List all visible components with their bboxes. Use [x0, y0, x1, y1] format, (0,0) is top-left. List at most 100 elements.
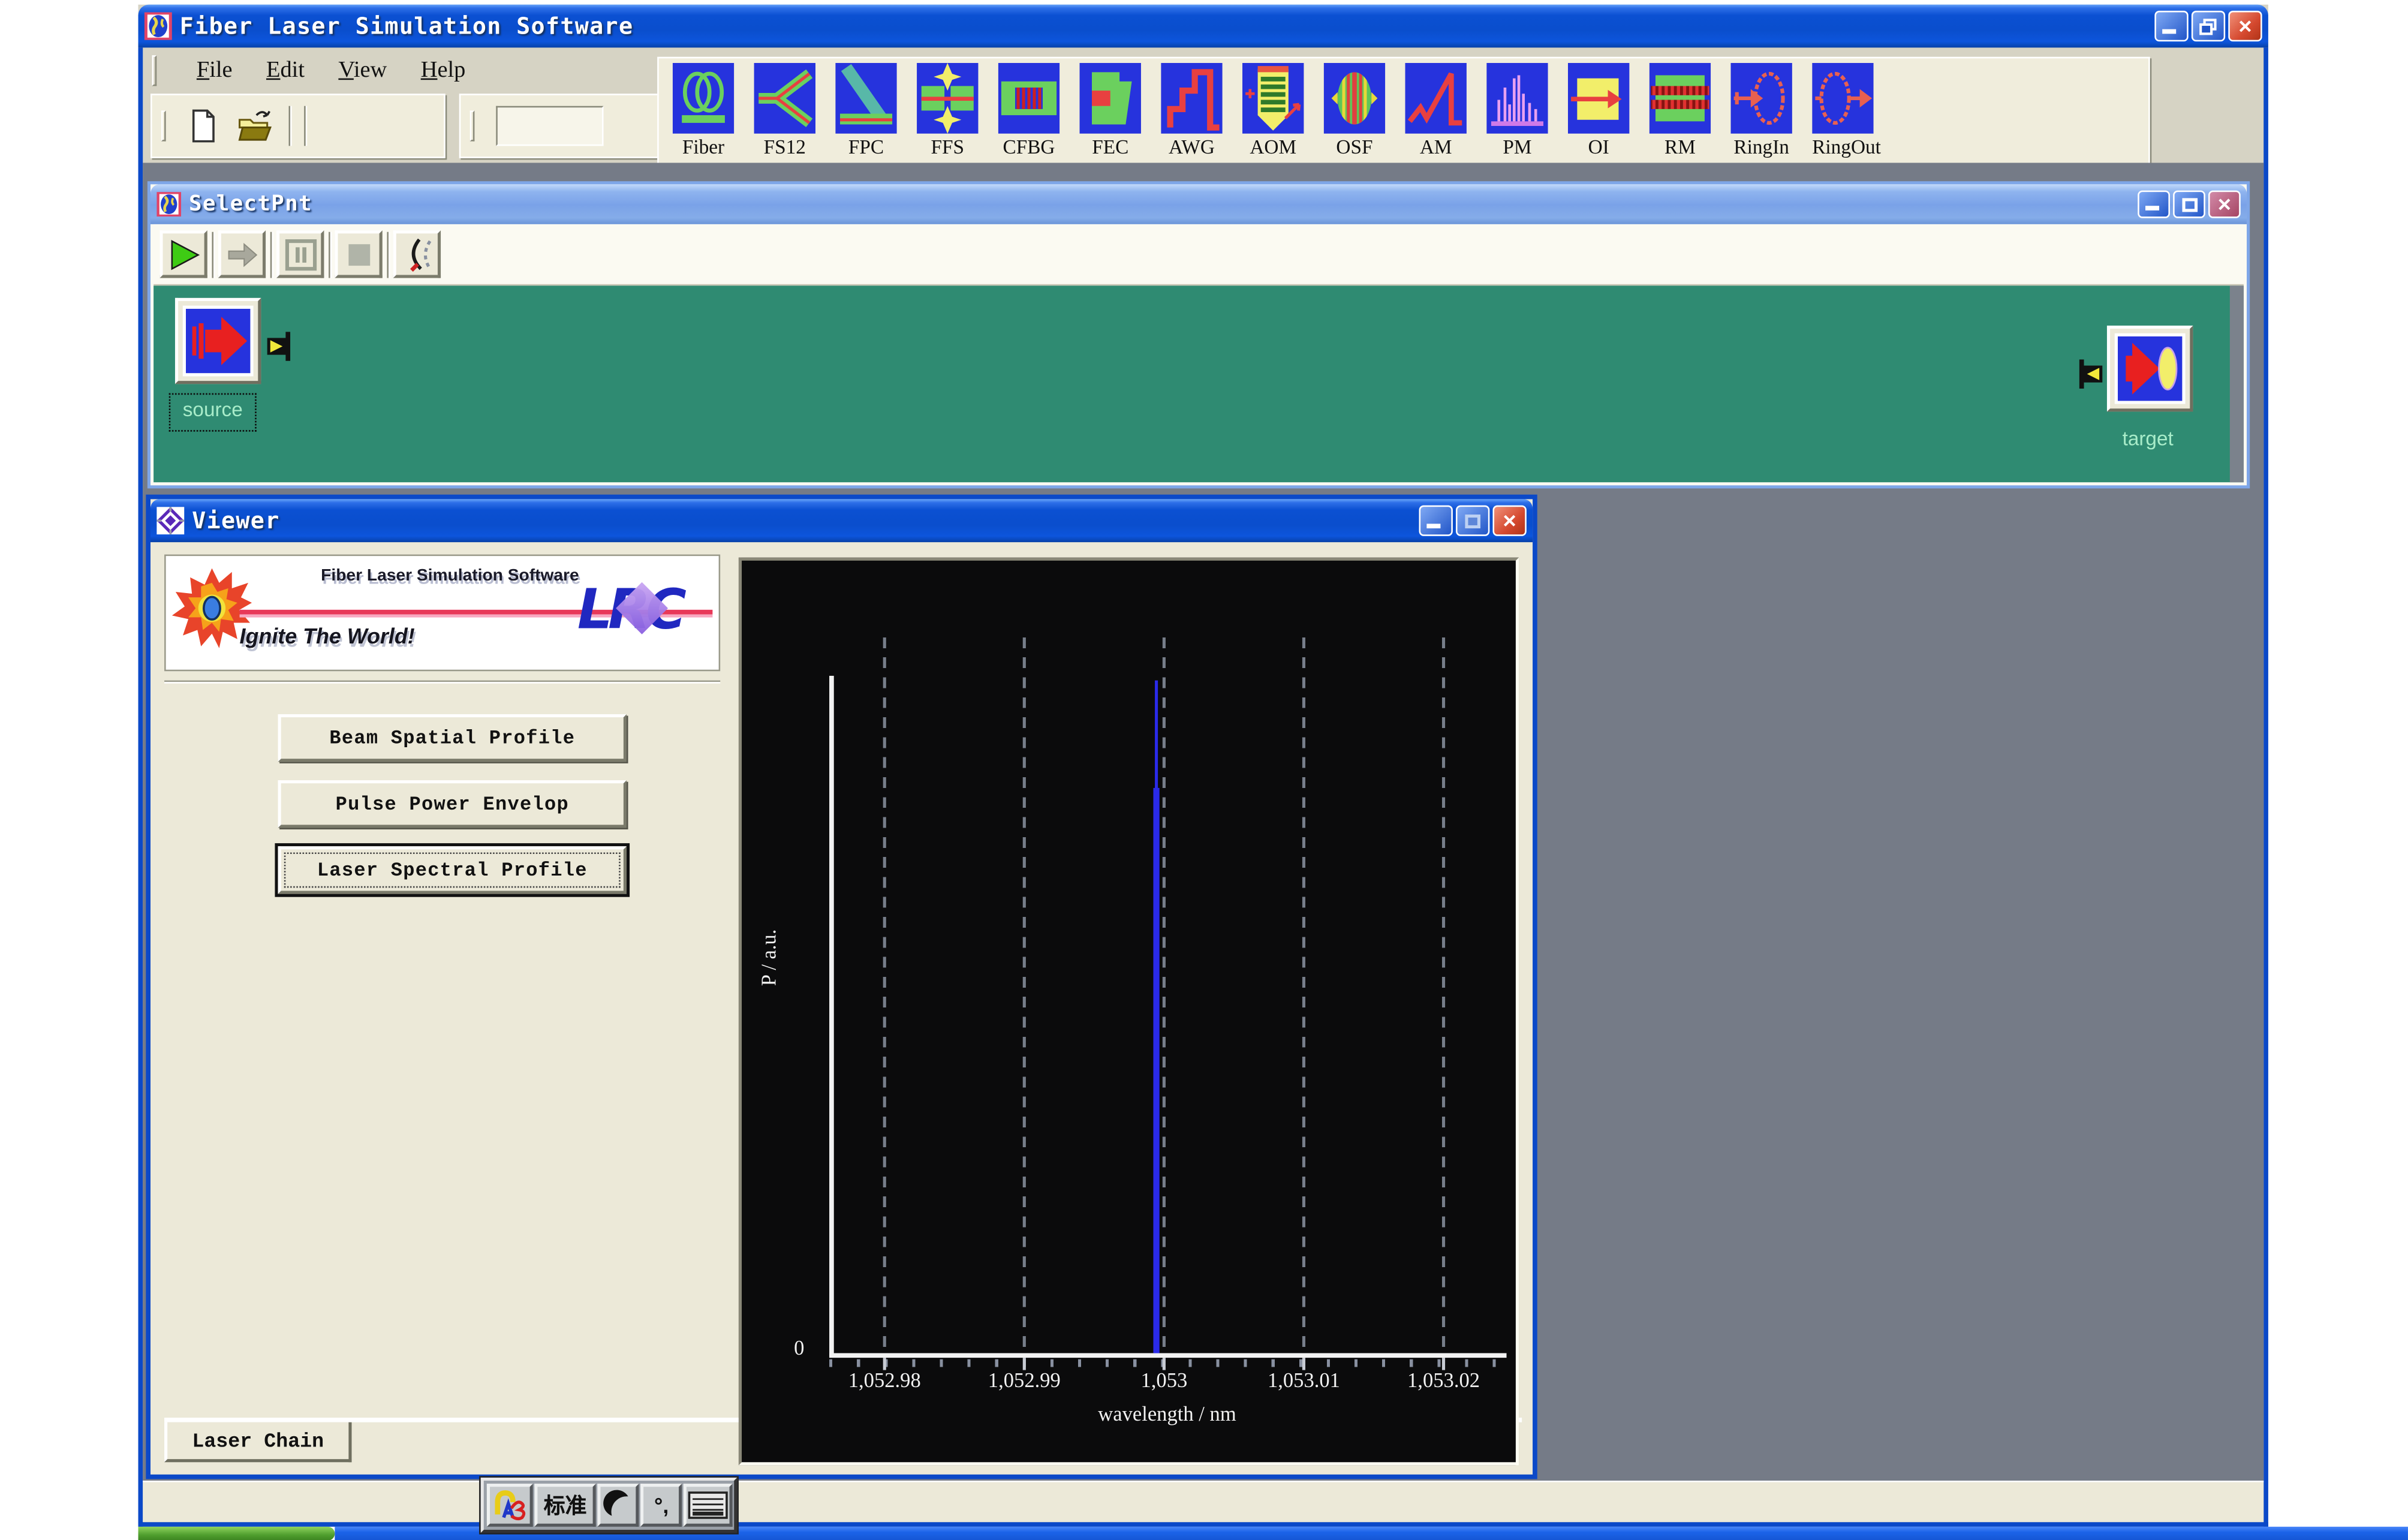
cfbg-icon — [998, 63, 1059, 134]
playback-run-button[interactable] — [159, 230, 207, 278]
stop-icon — [340, 236, 377, 272]
viewer-titlebar[interactable]: Viewer × — [150, 499, 1533, 542]
toolbar-component-label: FFS — [917, 135, 978, 160]
toolbar-separator — [289, 106, 292, 146]
toolbar-separator — [387, 231, 390, 277]
menu-help[interactable]: Help — [421, 58, 466, 84]
start-button[interactable] — [139, 1527, 335, 1540]
osf-icon — [1324, 63, 1385, 134]
toolbar-component-label: RingOut — [1812, 135, 1873, 160]
open-file-button[interactable] — [233, 104, 276, 148]
ime-punct-button[interactable]: °, — [641, 1484, 682, 1527]
chart-xtick-label: 1,053 — [1095, 1368, 1233, 1393]
simulation-toolbar — [153, 224, 2244, 285]
toolbar-component-awg[interactable]: AWG — [1161, 63, 1222, 163]
playback-loop-button[interactable] — [393, 230, 441, 278]
chart-x-axis — [829, 1353, 1506, 1358]
toolbar-separator — [329, 231, 332, 277]
selectpnt-close-button[interactable]: × — [2208, 191, 2241, 218]
toolbar-component-rm[interactable]: RM — [1650, 63, 1711, 163]
ime-language-bar: 标准 °, — [481, 1478, 738, 1533]
window-border-right — [2263, 47, 2268, 1526]
new-file-button[interactable] — [181, 104, 224, 148]
button-pulse-power-envelop[interactable]: Pulse Power Envelop — [278, 780, 627, 828]
panel-divider — [164, 681, 720, 684]
toolbar-panel-secondary — [459, 94, 659, 158]
chart-minor-ticks — [829, 1359, 1506, 1367]
ringin-icon — [1730, 63, 1792, 134]
button-beam-spatial-profile[interactable]: Beam Spatial Profile — [278, 714, 627, 762]
toolbar-grip[interactable] — [161, 110, 166, 141]
toolbar-component-ffs[interactable]: FFS — [917, 63, 978, 163]
toolbar-component-label: RM — [1650, 135, 1711, 160]
playback-pause-button[interactable] — [276, 230, 324, 278]
file-toolbar-panel — [150, 94, 446, 158]
toolbar-component-fec[interactable]: FEC — [1080, 63, 1141, 163]
play-icon — [165, 236, 201, 272]
close-icon: × — [1503, 509, 1516, 532]
restore-button[interactable] — [2192, 11, 2225, 41]
menu-edit[interactable]: Edit — [266, 58, 305, 84]
node-target[interactable] — [2107, 326, 2193, 411]
target-input-port-icon[interactable] — [2078, 359, 2104, 389]
chart-xlabel: wavelength / nm — [1045, 1402, 1290, 1427]
menu-grip[interactable] — [152, 55, 157, 86]
viewer-title: Viewer — [192, 507, 279, 534]
toolbar-component-am[interactable]: AM — [1405, 63, 1466, 163]
ime-keyboard-button[interactable] — [684, 1484, 732, 1527]
toolbar-component-aom[interactable]: AOM — [1242, 63, 1304, 163]
fs12-icon — [754, 63, 815, 134]
toolbar-component-fpc[interactable]: FPC — [835, 63, 896, 163]
toolbar-component-label: FPC — [835, 135, 896, 160]
menu-file[interactable]: File — [197, 58, 233, 84]
ime-fullhalf-button[interactable] — [598, 1484, 639, 1527]
selectpnt-minimize-button[interactable] — [2138, 191, 2170, 218]
toolbar-component-label: AM — [1405, 135, 1466, 160]
viewer-minimize-button[interactable] — [1419, 506, 1453, 536]
ime-mode-label: 标准 — [544, 1490, 587, 1520]
spectral-chart: P / a.u. 0 wavelength / nm 1,052.981,052… — [739, 558, 1519, 1466]
viewer-maximize-button[interactable] — [1456, 506, 1489, 536]
toolbar-component-fs12[interactable]: FS12 — [754, 63, 815, 163]
chart-ylabel: P / a.u. — [757, 930, 782, 986]
laser-chain-canvas[interactable]: source target — [153, 285, 2244, 482]
tab-laser-chain[interactable]: Laser Chain — [164, 1422, 351, 1463]
toolbar-component-fiber[interactable]: Fiber — [673, 63, 734, 163]
viewer-close-button[interactable]: × — [1492, 506, 1526, 536]
aom-icon — [1242, 63, 1304, 134]
toolbar-component-label: AWG — [1161, 135, 1222, 160]
close-button[interactable]: × — [2228, 11, 2262, 41]
ime-logo-button[interactable] — [487, 1484, 532, 1527]
canvas-scroll-strip[interactable] — [2230, 285, 2244, 482]
new-document-icon — [186, 109, 219, 143]
toolbar-empty-field — [496, 106, 603, 146]
toolbar-component-cfbg[interactable]: CFBG — [998, 63, 1059, 163]
minimize-button[interactable] — [2154, 11, 2188, 41]
toolbar-component-label: OI — [1568, 135, 1629, 160]
viewer-diamond-icon — [156, 507, 184, 534]
source-output-port-icon[interactable] — [266, 332, 292, 361]
menu-view[interactable]: View — [338, 58, 387, 84]
target-icon — [2118, 336, 2183, 401]
toolbar-component-osf[interactable]: OSF — [1324, 63, 1385, 163]
toolbar-component-oi[interactable]: OI — [1568, 63, 1629, 163]
selectpnt-titlebar[interactable]: SelectPnt × — [150, 184, 2247, 224]
ime-logo-icon — [491, 1487, 528, 1523]
toolbar-component-label: FEC — [1080, 135, 1141, 160]
toolbar-grip[interactable] — [470, 110, 475, 141]
toolbar-component-ringin[interactable]: RingIn — [1730, 63, 1792, 163]
logo-tagline: Ignite The World! — [240, 624, 415, 648]
ime-mode-button[interactable]: 标准 — [534, 1484, 596, 1527]
playback-stop-button[interactable] — [335, 230, 382, 278]
main-titlebar[interactable]: Fiber Laser Simulation Software × — [139, 5, 2268, 48]
toolbar-component-label: AOM — [1242, 135, 1304, 160]
selectpnt-maximize-button[interactable] — [2173, 191, 2205, 218]
full-half-width-moon-icon — [601, 1488, 635, 1522]
button-laser-spectral-profile[interactable]: Laser Spectral Profile — [278, 846, 627, 894]
toolbar-component-ringout[interactable]: RingOut — [1812, 63, 1873, 163]
toolbar-component-pm[interactable]: PM — [1486, 63, 1548, 163]
loop-icon — [399, 236, 435, 272]
chart-xtick-label: 1,052.99 — [955, 1368, 1094, 1393]
node-source[interactable] — [175, 298, 261, 384]
playback-step-button[interactable] — [218, 230, 266, 278]
